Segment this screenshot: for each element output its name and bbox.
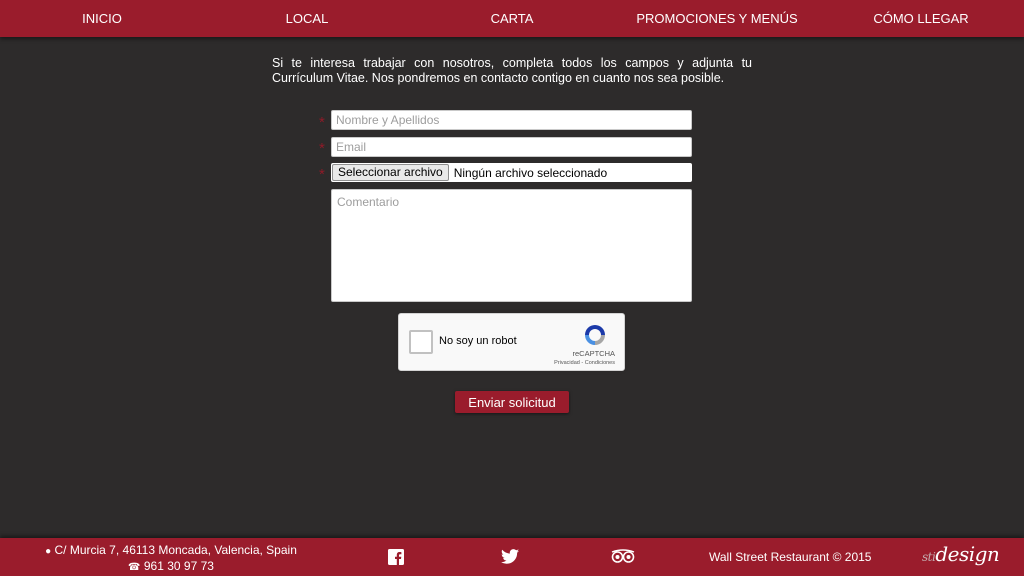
recaptcha-checkbox[interactable]	[409, 330, 433, 354]
recaptcha-label: No soy un robot	[439, 335, 517, 347]
recaptcha-logo-icon	[585, 325, 605, 345]
designer-logo[interactable]: stidesign	[922, 542, 1000, 566]
required-mark: *	[319, 114, 325, 131]
intro-text: Si te interesa trabajar con nosotros, co…	[272, 56, 752, 85]
recaptcha-links[interactable]: Privacidad - Condiciones	[554, 360, 615, 366]
nav-item-carta[interactable]: CARTA	[491, 0, 534, 37]
comment-field[interactable]	[331, 189, 692, 302]
select-file-button[interactable]: Seleccionar archivo	[332, 164, 449, 181]
nav-item-inicio[interactable]: INICIO	[82, 0, 122, 37]
required-mark: *	[319, 166, 325, 183]
designer-logo-name: design	[935, 542, 1000, 566]
file-status-text: Ningún archivo seleccionado	[453, 165, 608, 180]
recaptcha-widget: No soy un robot reCAPTCHA Privacidad - C…	[398, 313, 625, 371]
facebook-icon[interactable]	[388, 549, 404, 565]
main-nav: INICIO LOCAL CARTA PROMOCIONES Y MENÚS C…	[0, 0, 1024, 37]
phone-icon: ☎	[128, 562, 141, 573]
cv-file-input: Seleccionar archivo Ningún archivo selec…	[331, 163, 692, 182]
twitter-icon[interactable]	[501, 549, 519, 564]
map-marker-icon: ●	[45, 546, 52, 557]
recaptcha-brand: reCAPTCHA	[572, 349, 615, 358]
name-field[interactable]	[331, 110, 692, 130]
nav-item-local[interactable]: LOCAL	[286, 0, 329, 37]
required-mark: *	[319, 140, 325, 157]
email-field[interactable]	[331, 137, 692, 157]
designer-logo-prefix: sti	[922, 550, 936, 564]
footer: ● C/ Murcia 7, 46113 Moncada, Valencia, …	[0, 538, 1024, 576]
nav-item-como-llegar[interactable]: CÓMO LLEGAR	[873, 0, 968, 37]
footer-address: C/ Murcia 7, 46113 Moncada, Valencia, Sp…	[54, 543, 297, 557]
footer-contact: ● C/ Murcia 7, 46113 Moncada, Valencia, …	[45, 543, 297, 575]
footer-copyright: Wall Street Restaurant © 2015	[709, 550, 872, 564]
nav-item-promociones[interactable]: PROMOCIONES Y MENÚS	[636, 0, 797, 37]
tripadvisor-icon[interactable]	[611, 549, 635, 563]
submit-button[interactable]: Enviar solicitud	[455, 391, 569, 413]
footer-phone[interactable]: 961 30 97 73	[144, 559, 214, 573]
